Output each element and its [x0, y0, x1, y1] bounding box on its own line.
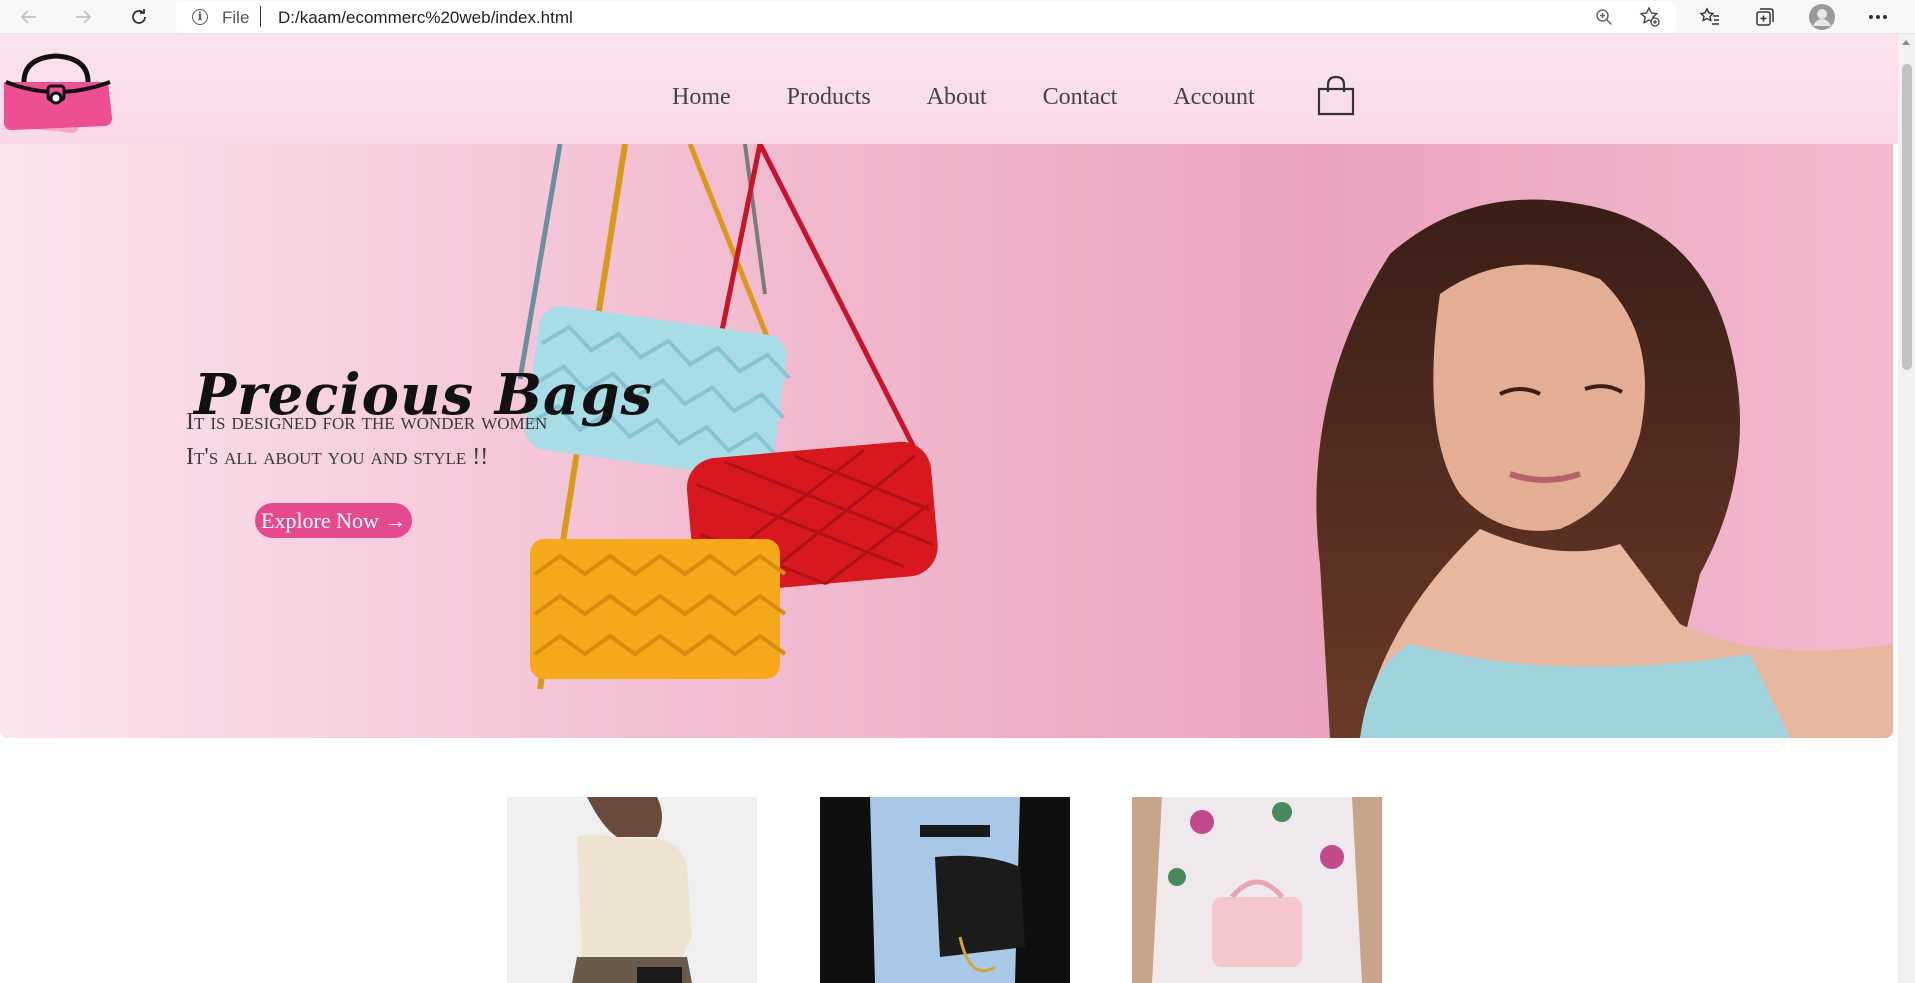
nav-products[interactable]: Products: [787, 84, 871, 111]
scrollbar-thumb[interactable]: [1902, 64, 1912, 370]
product-thumbnail[interactable]: [507, 797, 757, 983]
back-icon[interactable]: [16, 4, 42, 30]
forward-icon[interactable]: [70, 4, 96, 30]
address-divider: [260, 6, 261, 27]
hero-subtitle-line2: It's all about you and style !!: [186, 444, 489, 470]
favorites-icon[interactable]: [1696, 4, 1724, 30]
hero-banner: Precious Bags It is designed for the won…: [0, 144, 1893, 738]
zoom-icon[interactable]: [1592, 5, 1616, 29]
nav-home[interactable]: Home: [672, 84, 731, 111]
hero-illustration: [0, 144, 1893, 738]
main-nav: Home Products About Contact Account: [672, 84, 1311, 111]
address-scheme: File: [222, 8, 250, 27]
site-header: Home Products About Contact Account: [0, 34, 1898, 144]
nav-account[interactable]: Account: [1173, 84, 1254, 111]
handbag-logo-icon[interactable]: [0, 40, 118, 140]
browser-toolbar: i File D:/kaam/ecommerc%20web/index.html: [0, 0, 1915, 34]
reload-icon[interactable]: [126, 4, 152, 30]
product-thumbnail[interactable]: [1132, 797, 1382, 983]
collections-icon[interactable]: [1751, 4, 1779, 30]
shopping-bag-icon[interactable]: [1314, 74, 1358, 118]
add-favorite-icon[interactable]: [1638, 5, 1662, 29]
address-bar[interactable]: i File D:/kaam/ecommerc%20web/index.html: [176, 1, 1676, 33]
vertical-scrollbar[interactable]: [1898, 34, 1915, 983]
explore-now-button[interactable]: Explore Now →: [255, 503, 413, 538]
more-icon[interactable]: [1864, 4, 1892, 30]
scroll-up-arrow-icon[interactable]: [1902, 40, 1910, 45]
address-url[interactable]: D:/kaam/ecommerc%20web/index.html: [278, 8, 573, 28]
nav-contact[interactable]: Contact: [1043, 84, 1118, 111]
nav-about[interactable]: About: [927, 84, 987, 111]
profile-icon[interactable]: [1808, 4, 1836, 30]
hero-subtitle-line1: It is designed for the wonder women: [186, 409, 548, 435]
site-info-icon[interactable]: i: [192, 9, 208, 25]
webpage: Home Products About Contact Account Prec…: [0, 34, 1898, 983]
product-thumbnail[interactable]: [820, 797, 1070, 983]
